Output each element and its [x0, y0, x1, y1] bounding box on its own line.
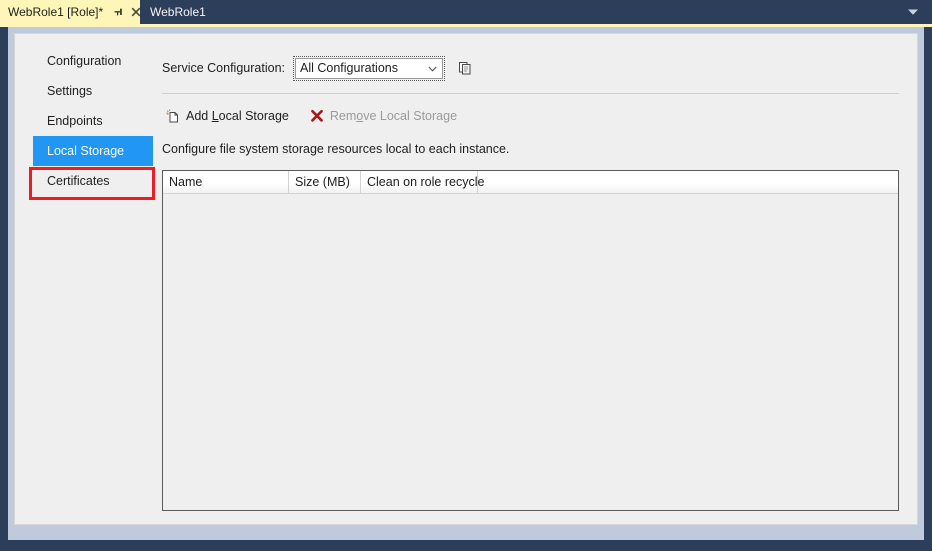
service-configuration-select[interactable]: All Configurations [293, 55, 445, 81]
role-designer-page: Configuration Settings Endpoints Local S… [14, 33, 918, 525]
remove-local-storage-label: Remove Local Storage [329, 109, 458, 123]
sidebar-item-label: Certificates [47, 174, 110, 188]
pane-description: Configure file system storage resources … [162, 142, 510, 156]
tab-title: WebRole1 [Role]* [8, 5, 104, 19]
sidebar-item-configuration[interactable]: Configuration [15, 46, 155, 76]
add-local-storage-label: Add Local Storage [186, 109, 289, 123]
grid-column-header-name[interactable]: Name [163, 171, 289, 193]
local-storage-toolbar: Add Local Storage Remove Local Storage [162, 105, 907, 127]
add-local-storage-button[interactable]: Add Local Storage [162, 105, 292, 127]
sidebar-item-label: Configuration [47, 54, 122, 68]
remove-local-storage-button[interactable]: Remove Local Storage [306, 105, 460, 127]
pane-separator [162, 93, 899, 94]
sidebar-item-certificates[interactable]: Certificates [15, 166, 155, 196]
service-configuration-row: Service Configuration: All Configuration… [162, 55, 907, 81]
sidebar-item-local-storage[interactable]: Local Storage [33, 136, 153, 166]
document-tab-strip: WebRole1 [Role]* WebRole1 [0, 0, 932, 24]
local-storage-pane: Service Configuration: All Configuration… [162, 46, 907, 511]
grid-body-empty[interactable] [163, 194, 898, 510]
service-configuration-label: Service Configuration: [162, 61, 285, 75]
chevron-down-icon [428, 61, 437, 75]
copy-pages-icon[interactable] [455, 58, 475, 78]
sidebar-item-label: Settings [47, 84, 93, 98]
sidebar-item-endpoints[interactable]: Endpoints [15, 106, 155, 136]
grid-header-row: Name Size (MB) Clean on role recycle [163, 171, 898, 194]
role-property-nav: Configuration Settings Endpoints Local S… [15, 46, 155, 196]
service-configuration-value: All Configurations [300, 61, 398, 75]
new-document-icon [165, 108, 181, 124]
sidebar-item-label: Local Storage [47, 144, 125, 158]
visual-studio-window: WebRole1 [Role]* WebRole1 Configuration … [0, 0, 932, 551]
red-x-icon [309, 108, 325, 124]
grid-column-header-filler [478, 171, 898, 193]
tab-webrole1[interactable]: WebRole1 [140, 0, 218, 24]
local-storage-grid[interactable]: Name Size (MB) Clean on role recycle [162, 170, 899, 511]
sidebar-item-settings[interactable]: Settings [15, 76, 155, 106]
grid-column-header-clean-on-role-recycle[interactable]: Clean on role recycle [361, 171, 484, 193]
tab-title: WebRole1 [150, 5, 206, 19]
tab-overflow-chevron-down-icon[interactable] [902, 0, 924, 24]
document-well: Configuration Settings Endpoints Local S… [8, 27, 924, 540]
grid-column-header-size[interactable]: Size (MB) [289, 171, 361, 193]
tab-webrole1-role[interactable]: WebRole1 [Role]* [0, 0, 150, 24]
sidebar-item-label: Endpoints [47, 114, 103, 128]
pin-icon[interactable] [111, 5, 125, 19]
